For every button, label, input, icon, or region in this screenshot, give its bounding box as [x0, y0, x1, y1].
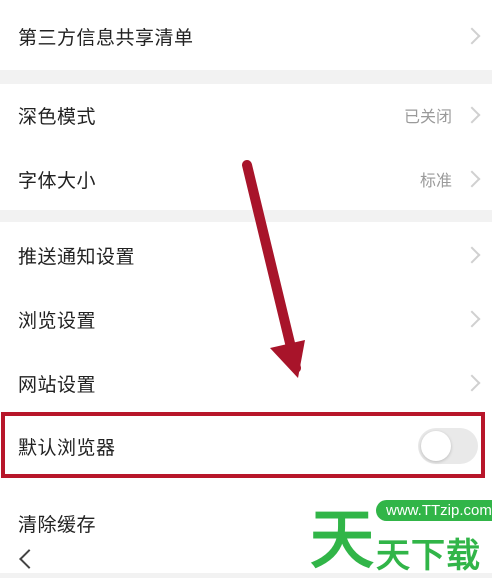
- arrow-annotation: [242, 160, 305, 378]
- watermark-url: www.TTzip.com: [376, 500, 492, 521]
- arrow-head: [270, 340, 305, 378]
- arrow-shaft: [242, 160, 301, 373]
- watermark-logo: 天 www.TTzip.com 天下载: [310, 498, 492, 578]
- settings-screen: 第三方信息共享清单 深色模式 已关闭 字体大小 标准 推送通知设置 浏览设置 网…: [0, 0, 492, 578]
- watermark-big-char: 天: [310, 504, 374, 578]
- watermark-text: 天下载: [376, 536, 481, 576]
